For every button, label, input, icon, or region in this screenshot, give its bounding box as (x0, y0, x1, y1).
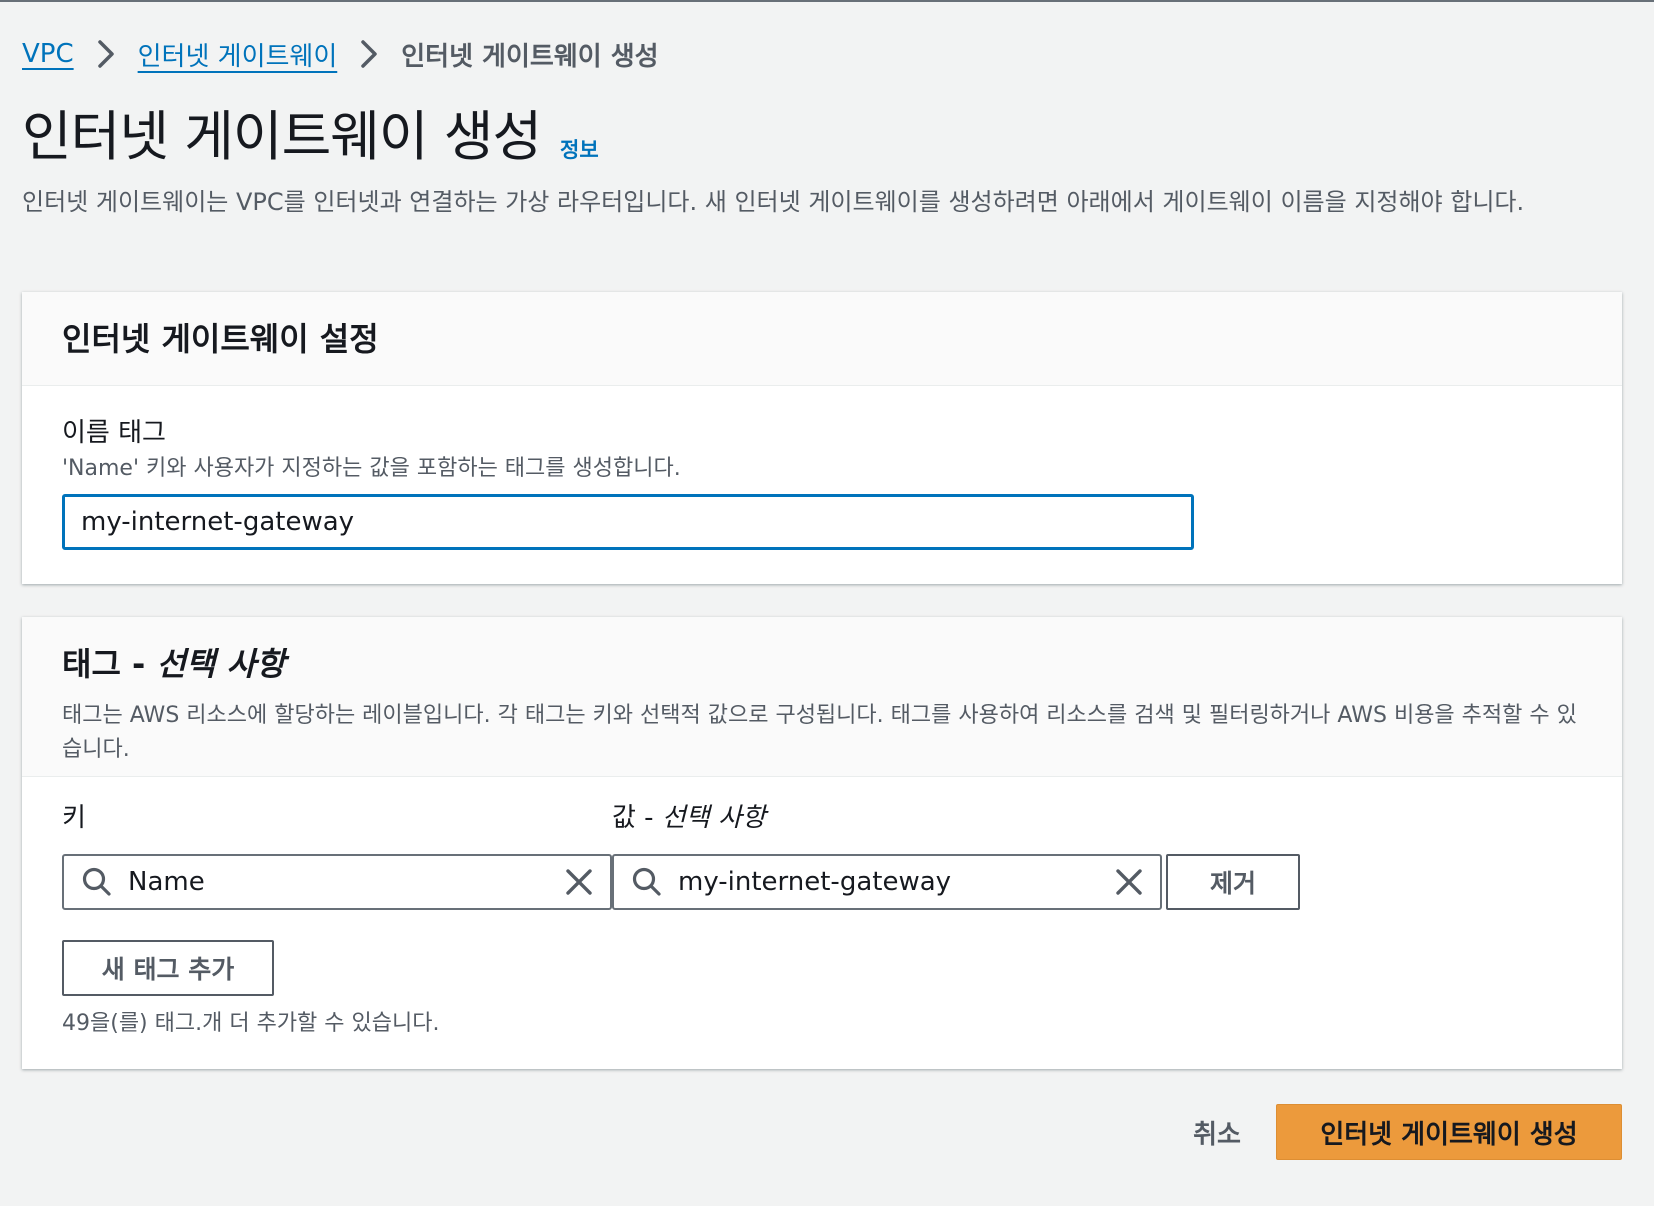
breadcrumb: VPC 인터넷 게이트웨이 인터넷 게이트웨이 생성 (22, 34, 659, 74)
tag-key-label: 키 (62, 803, 86, 833)
breadcrumb-vpc[interactable]: VPC (22, 39, 74, 69)
search-icon (82, 867, 111, 896)
gateway-settings-panel: 인터넷 게이트웨이 설정 이름 태그 'Name' 키와 사용자가 지정하는 값… (22, 292, 1622, 584)
tags-title-optional: 선택 사항 (156, 645, 286, 683)
name-tag-input[interactable] (62, 494, 1194, 550)
cancel-button[interactable]: 취소 (1172, 1104, 1262, 1160)
add-tag-button[interactable]: 새 태그 추가 (62, 940, 274, 996)
tag-value-label: 값 - 선택 사항 (612, 797, 766, 834)
name-tag-description: 'Name' 키와 사용자가 지정하는 값을 포함하는 태그를 생성합니다. (62, 456, 681, 481)
tag-key-field (62, 854, 612, 910)
breadcrumb-current: 인터넷 게이트웨이 생성 (401, 41, 659, 72)
info-link[interactable]: 정보 (560, 134, 599, 164)
page-title: 인터넷 게이트웨이 생성 (22, 105, 542, 168)
tags-title: 태그 - 선택 사항 (62, 639, 1622, 685)
tag-value-field (612, 854, 1162, 910)
tag-value-input[interactable] (678, 867, 1104, 897)
clear-icon[interactable] (562, 865, 596, 899)
tag-key-input[interactable] (128, 867, 554, 897)
tags-header: 태그 - 선택 사항 태그는 AWS 리소스에 할당하는 레이블입니다. 각 태… (22, 617, 1622, 777)
search-icon (632, 867, 661, 896)
gateway-settings-header: 인터넷 게이트웨이 설정 (22, 292, 1622, 386)
create-internet-gateway-button[interactable]: 인터넷 게이트웨이 생성 (1276, 1104, 1622, 1160)
tags-description: 태그는 AWS 리소스에 할당하는 레이블입니다. 각 태그는 키와 선택적 값… (62, 703, 1577, 762)
tags-title-main: 태그 - (62, 645, 157, 683)
tag-value-label-main: 값 - (612, 803, 662, 833)
tags-panel: 태그 - 선택 사항 태그는 AWS 리소스에 할당하는 레이블입니다. 각 태… (22, 617, 1622, 1069)
tag-value-label-optional: 선택 사항 (661, 803, 766, 833)
tag-limit-text: 49을(를) 태그.개 더 추가할 수 있습니다. (62, 1011, 440, 1036)
name-tag-label: 이름 태그 (62, 418, 166, 448)
gateway-settings-title: 인터넷 게이트웨이 설정 (62, 320, 379, 358)
chevron-right-icon (86, 34, 126, 74)
chevron-right-icon (349, 34, 389, 74)
page-description: 인터넷 게이트웨이는 VPC를 인터넷과 연결하는 가상 라우터입니다. 새 인… (22, 188, 1525, 216)
remove-tag-button[interactable]: 제거 (1166, 854, 1300, 910)
breadcrumb-internet-gateways[interactable]: 인터넷 게이트웨이 (138, 36, 338, 73)
top-border (0, 0, 1654, 2)
clear-icon[interactable] (1112, 865, 1146, 899)
